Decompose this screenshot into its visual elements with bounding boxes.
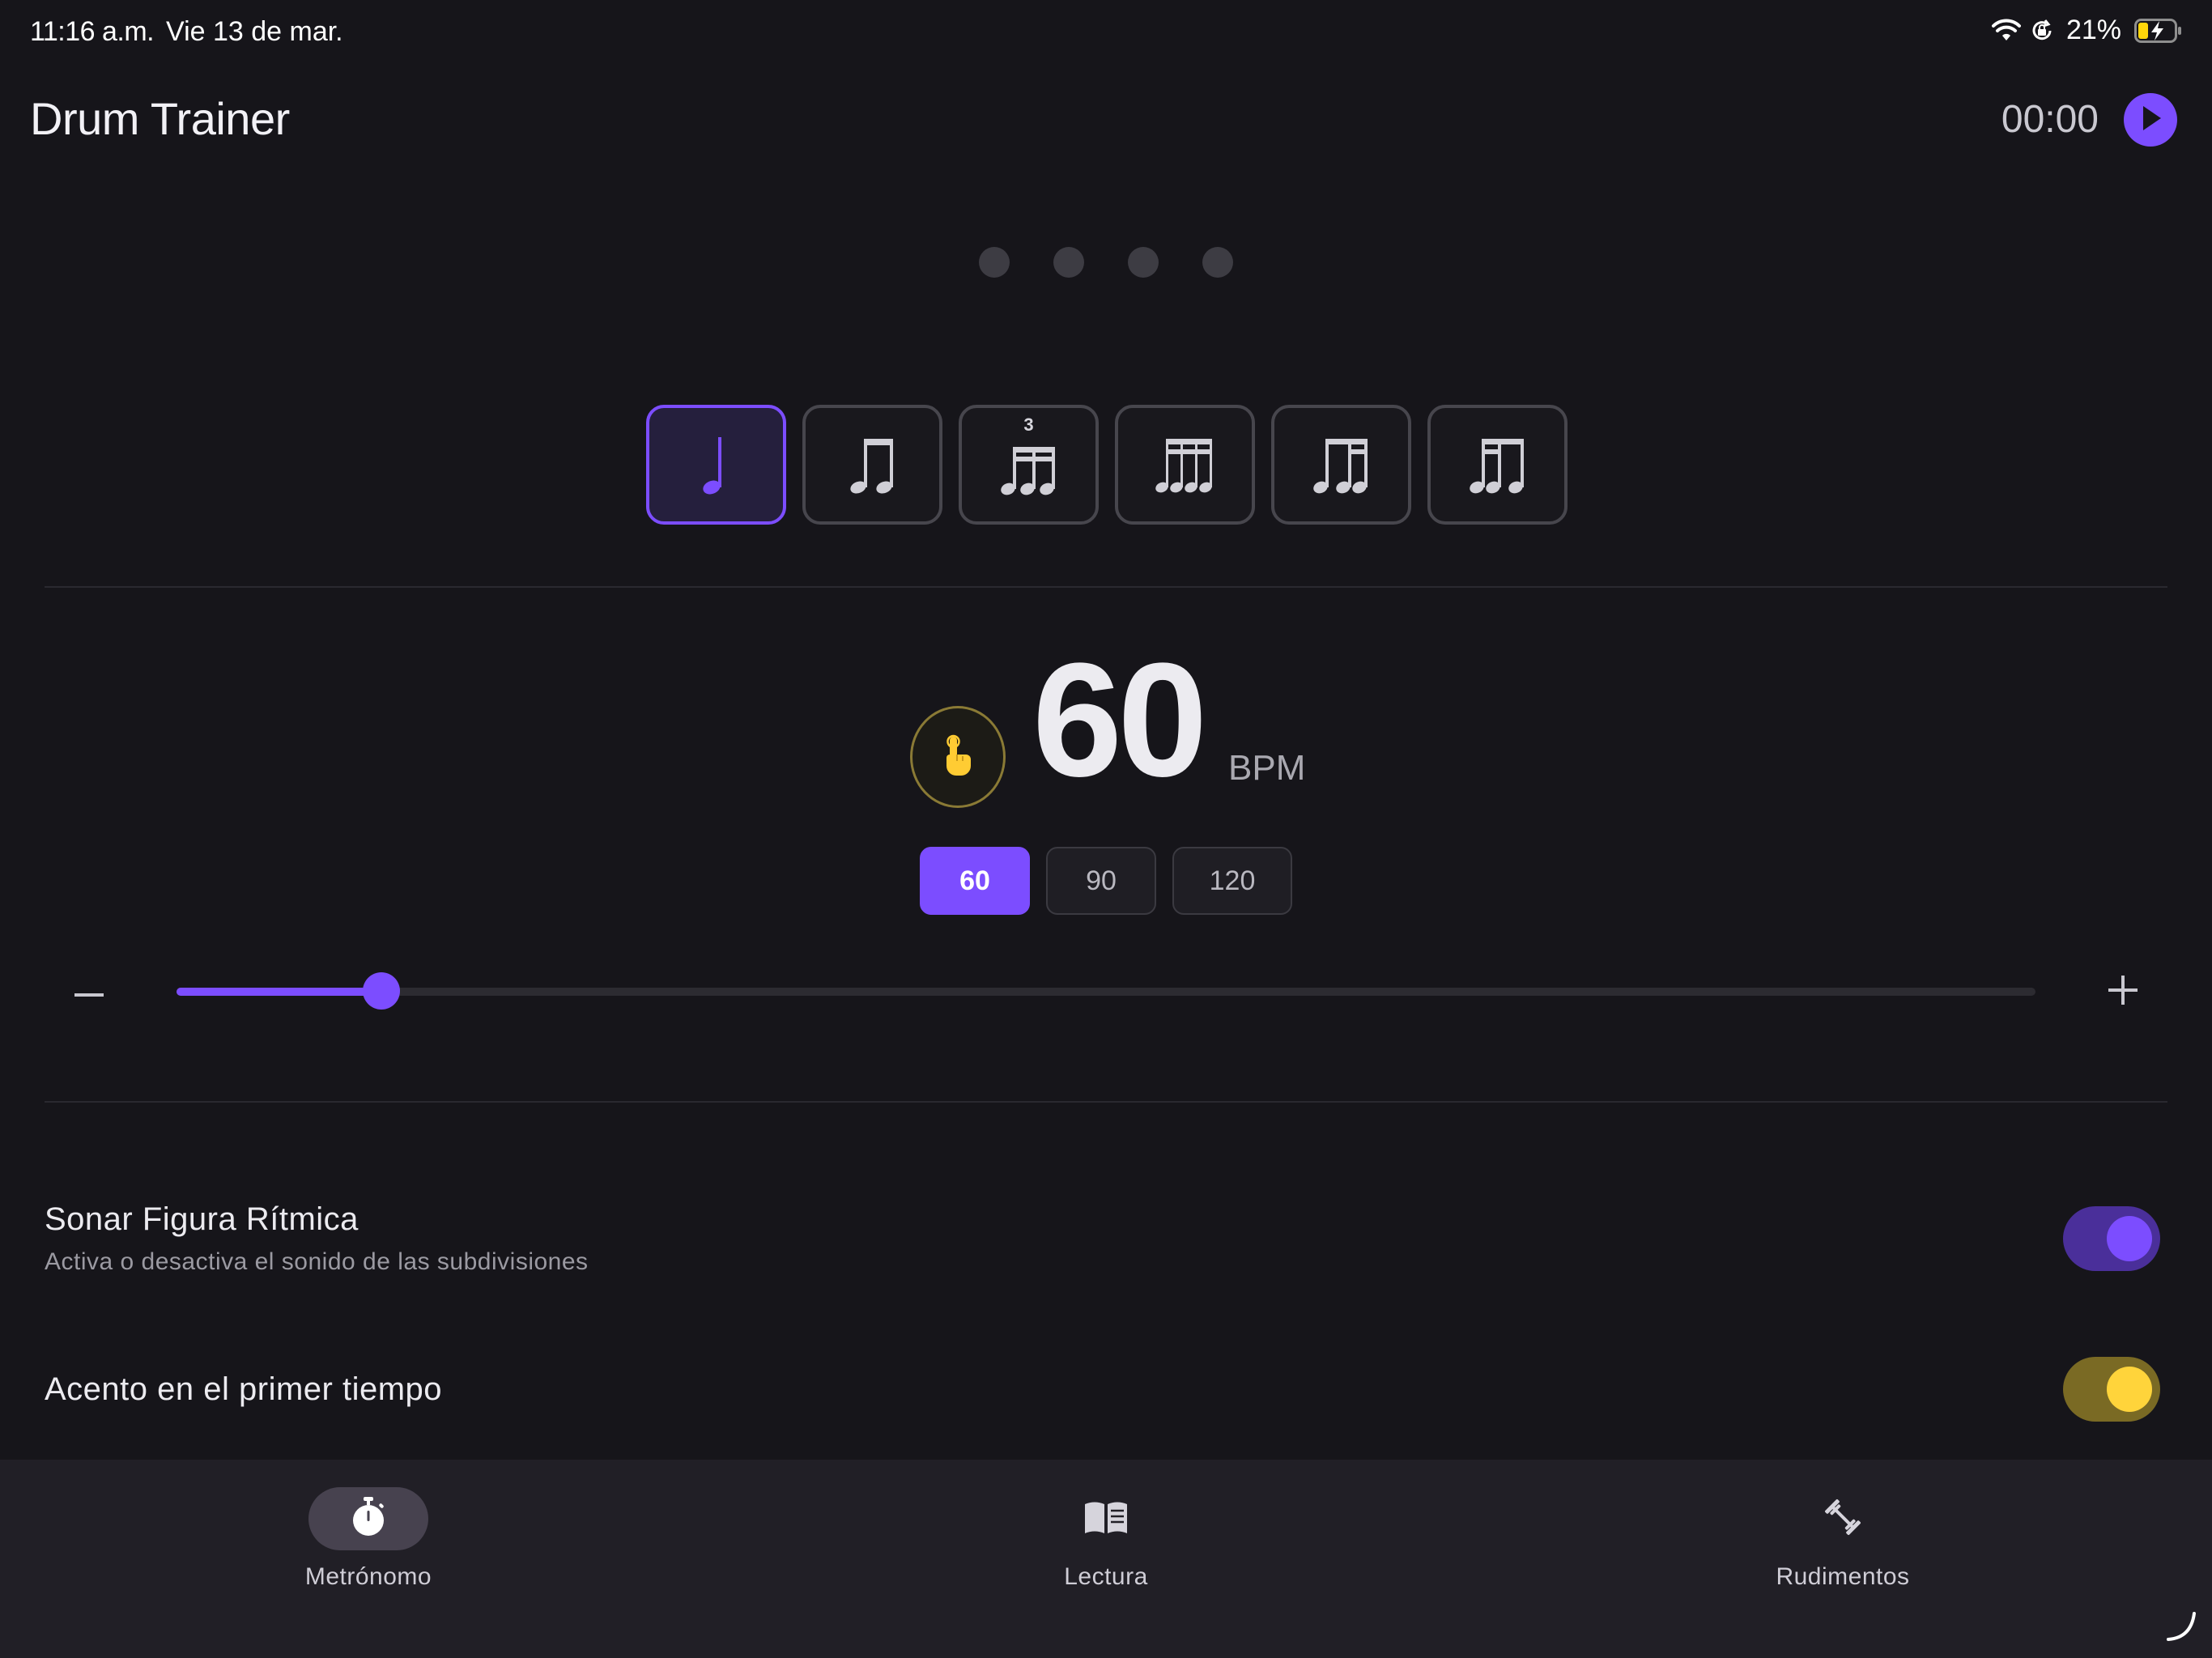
tab-icon-wrap: [1046, 1487, 1166, 1550]
dumbbell-icon: [1823, 1497, 1863, 1541]
figure-triplet[interactable]: 3: [959, 405, 1099, 525]
tab-label: Metrónomo: [304, 1563, 432, 1590]
setting-rhythm-sound-title: Sonar Figura Rítmica: [45, 1201, 359, 1237]
session-timer: 00:00: [2001, 98, 2099, 141]
figure-two-sixteenths-eighth[interactable]: [1427, 405, 1568, 525]
triplet-icon: [1000, 432, 1058, 497]
tap-tempo-button[interactable]: [910, 706, 1006, 808]
beat-dot: [1053, 247, 1084, 278]
orientation-lock-icon: [2029, 18, 2055, 44]
figure-quarter-note[interactable]: [646, 405, 786, 525]
figure-eighth-notes[interactable]: [802, 405, 942, 525]
tab-icon-wrap: [1783, 1487, 1903, 1550]
battery-percentage: 21%: [2065, 15, 2121, 45]
status-bar: 11:16 a.m. Vie 13 de mar. 21%: [0, 0, 2212, 65]
toggle-knob: [2107, 1216, 2152, 1261]
tab-metronome[interactable]: Metrónomo: [206, 1487, 530, 1591]
eighth-two-sixteenths-icon: [1312, 432, 1371, 497]
divider: [45, 1101, 2167, 1103]
tab-label: Rudimentos: [1776, 1563, 1910, 1590]
tuplet-label: 3: [1023, 414, 1034, 435]
beat-dot: [1202, 247, 1233, 278]
toggle-knob: [2107, 1367, 2152, 1412]
eighth-notes-icon: [849, 432, 897, 497]
divider: [45, 586, 2167, 588]
setting-accent-title: Acento en el primer tiempo: [45, 1371, 443, 1407]
wifi-icon: [1991, 19, 2021, 43]
stopwatch-icon: [350, 1496, 387, 1541]
tap-finger-icon: [940, 733, 976, 781]
sixteenth-notes-icon: [1155, 432, 1216, 497]
bpm-unit-label: BPM: [1228, 748, 1306, 788]
tab-icon-highlight: [308, 1487, 428, 1550]
tempo-slider-thumb[interactable]: [362, 972, 400, 1010]
figure-eighth-two-sixteenths[interactable]: [1271, 405, 1411, 525]
rhythm-figure-selector: 3: [646, 405, 1568, 525]
two-sixteenths-eighth-icon: [1469, 432, 1527, 497]
preset-90-button[interactable]: 90: [1046, 847, 1156, 915]
book-icon: [1083, 1499, 1129, 1539]
tab-label: Lectura: [1064, 1563, 1148, 1590]
play-button[interactable]: [2124, 93, 2177, 147]
status-date: Vie 13 de mar.: [166, 16, 343, 47]
rhythm-sound-toggle[interactable]: [2063, 1206, 2160, 1271]
figure-sixteenth-notes[interactable]: [1115, 405, 1255, 525]
status-icons: 21%: [1991, 15, 2183, 46]
accent-toggle[interactable]: [2063, 1357, 2160, 1422]
page-title: Drum Trainer: [30, 93, 290, 144]
beat-dot: [979, 247, 1010, 278]
tempo-presets: 60 90 120: [920, 847, 1292, 915]
home-indicator-corner: [2165, 1610, 2197, 1647]
tempo-slider[interactable]: [177, 972, 2035, 1010]
bpm-value: 60: [1032, 630, 1207, 810]
plus-icon: [2108, 975, 2138, 1009]
battery-charging-icon: [2134, 18, 2183, 43]
beat-indicators: [979, 247, 1233, 278]
preset-120-button[interactable]: 120: [1172, 847, 1292, 915]
preset-60-button[interactable]: 60: [920, 847, 1030, 915]
play-icon: [2138, 104, 2163, 136]
minus-icon: [74, 987, 104, 1001]
tempo-slider-fill: [177, 988, 381, 996]
tab-rudiments[interactable]: Rudimentos: [1681, 1487, 2005, 1591]
beat-dot: [1128, 247, 1159, 278]
tab-reading[interactable]: Lectura: [944, 1487, 1268, 1591]
tab-bar: Metrónomo Lectura Rudimentos: [0, 1460, 2212, 1658]
increase-tempo-button[interactable]: [2107, 975, 2139, 1009]
decrease-tempo-button[interactable]: [73, 978, 105, 1010]
status-time: 11:16 a.m.: [30, 16, 155, 47]
quarter-note-icon: [700, 432, 733, 497]
setting-rhythm-sound-subtitle: Activa o desactiva el sonido de las subd…: [45, 1248, 589, 1275]
